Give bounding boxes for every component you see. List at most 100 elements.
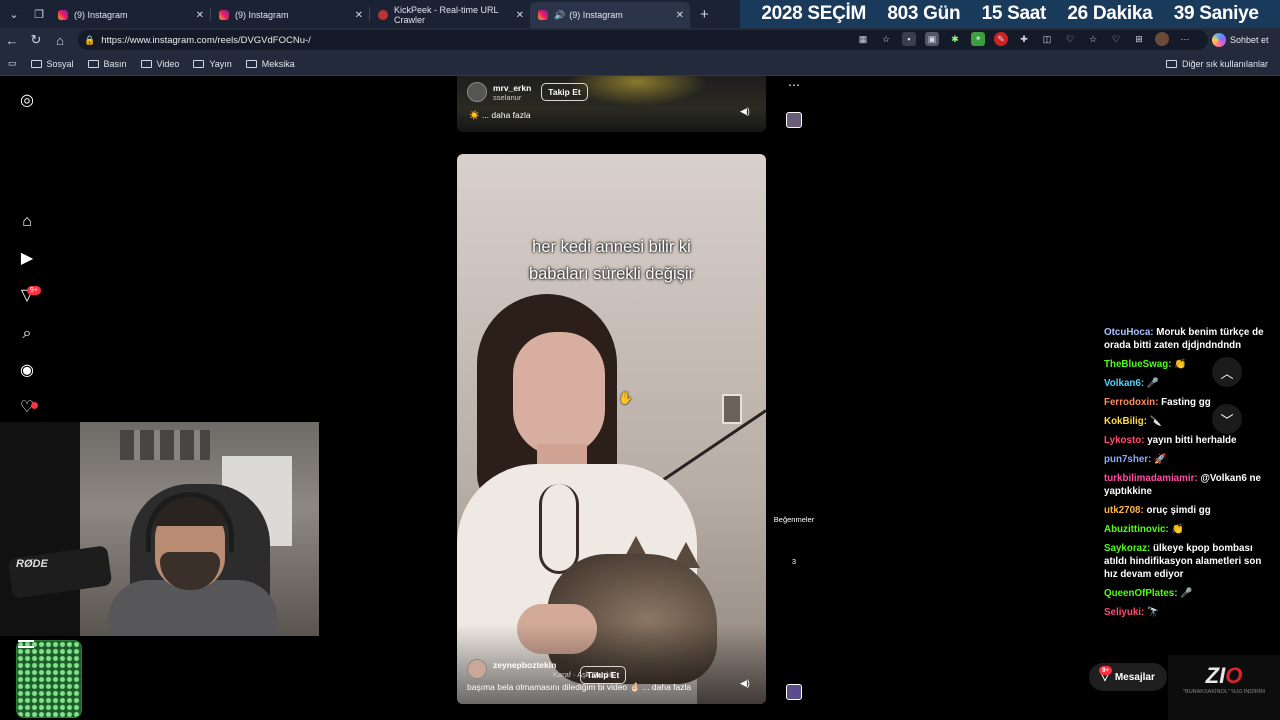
reels-icon[interactable]: ▶ bbox=[18, 250, 36, 268]
chat-username[interactable]: Saykoraz: bbox=[1104, 543, 1150, 554]
more-options-icon[interactable]: ⋯ bbox=[770, 78, 818, 92]
bookmark-folder-yayin[interactable]: Yayın bbox=[193, 59, 232, 69]
curtain-rod bbox=[657, 409, 766, 485]
stream-chat: OtcuHoca: Moruk benim türkçe de orada bi… bbox=[1104, 326, 1276, 625]
performance-icon[interactable]: ♡ bbox=[1063, 32, 1077, 46]
current-reel-video[interactable]: her kedi annesi bilir ki babaları sürekl… bbox=[457, 154, 766, 704]
instagram-logo-icon[interactable]: ◎ bbox=[18, 92, 36, 110]
chat-text: oruç şimdi gg bbox=[1146, 505, 1211, 516]
chat-username[interactable]: Lykosto: bbox=[1104, 435, 1144, 446]
bookmark-folder-video[interactable]: Video bbox=[140, 59, 179, 69]
tab-kickpeek[interactable]: KickPeek - Real-time URL Crawler ✕ bbox=[370, 2, 530, 28]
chat-username[interactable]: KokBilig: bbox=[1104, 416, 1147, 427]
chat-message: Abuzittinovic: 👏 bbox=[1104, 523, 1276, 536]
chat-username[interactable]: pun7sher: bbox=[1104, 454, 1151, 465]
tab-actions-menu[interactable]: ⌄ bbox=[3, 3, 25, 25]
extension-icon[interactable]: ✱ bbox=[948, 32, 962, 46]
extension-icon[interactable]: ▪ bbox=[902, 32, 916, 46]
extension-icon[interactable]: ▣ bbox=[925, 32, 939, 46]
chat-username[interactable]: utk2708: bbox=[1104, 505, 1144, 516]
instagram-icon bbox=[538, 10, 548, 20]
extension-icon[interactable]: ■ bbox=[971, 32, 985, 46]
chat-username[interactable]: Volkan6: bbox=[1104, 378, 1144, 389]
other-bookmarks[interactable]: Diğer sık kullanılanlar bbox=[1165, 58, 1268, 69]
close-tab-icon[interactable]: ✕ bbox=[676, 10, 684, 21]
chat-username[interactable]: TheBlueSwag: bbox=[1104, 359, 1172, 370]
avatar[interactable] bbox=[467, 82, 487, 102]
tab-instagram-1[interactable]: (9) Instagram ✕ bbox=[50, 2, 210, 28]
avatar[interactable] bbox=[467, 659, 487, 679]
chat-username[interactable]: OtcuHoca: bbox=[1104, 327, 1154, 338]
reader-mode-icon[interactable]: ▦ bbox=[856, 32, 870, 46]
chat-text: 👏 bbox=[1171, 524, 1184, 535]
folder-icon bbox=[245, 59, 257, 68]
chevron-down-icon[interactable]: ﹀ bbox=[1212, 404, 1242, 434]
sponsor-logo: ZIO "BURAKSAKİNOL" %10 İNDİRİM bbox=[1168, 655, 1280, 720]
chat-username[interactable]: QueenOfPlates: bbox=[1104, 588, 1178, 599]
messages-button[interactable]: 9+ ▽ Mesajlar bbox=[1089, 663, 1167, 691]
bookmark-folder-basin[interactable]: Basın bbox=[87, 58, 127, 69]
extension-icon[interactable]: ✎ bbox=[994, 32, 1008, 46]
reload-icon[interactable]: ↻ bbox=[24, 32, 48, 48]
tab-instagram-2[interactable]: (9) Instagram ✕ bbox=[211, 2, 369, 28]
video-text-overlay: her kedi annesi bilir ki babaları sürekl… bbox=[457, 234, 766, 288]
tab-instagram-active[interactable]: 🔊 (9) Instagram ✕ bbox=[530, 2, 690, 28]
audio-thumbnail[interactable] bbox=[786, 112, 802, 128]
webcam-shadow bbox=[0, 422, 80, 636]
previous-reel-caption[interactable]: ☀️ ... daha fazla bbox=[469, 110, 531, 121]
election-title: 2028 SEÇİM bbox=[761, 3, 867, 24]
copilot-chat-button[interactable]: Sohbet et bbox=[1212, 31, 1269, 49]
bookmarks-bar: ▭ Sosyal Basın Video Yayın Meksika Diğer… bbox=[0, 52, 1280, 76]
chat-text: 🔭 bbox=[1147, 607, 1160, 618]
countdown-minutes: 26 Dakika bbox=[1067, 3, 1153, 24]
chat-username[interactable]: Ferrodoxin: bbox=[1104, 397, 1158, 408]
chevron-up-icon[interactable]: ︿ bbox=[1212, 357, 1242, 387]
back-icon[interactable]: ← bbox=[0, 33, 24, 48]
bookmark-label: Diğer sık kullanılanlar bbox=[1181, 58, 1268, 69]
chat-message: Saykoraz: ülkeye kpop bombası atıldı hin… bbox=[1104, 542, 1276, 581]
chat-username[interactable]: turkbilimadamiamir: bbox=[1104, 473, 1198, 484]
election-countdown-banner: 2028 SEÇİM 803 Gün 15 Saat 26 Dakika 39 … bbox=[740, 0, 1280, 28]
follow-button[interactable]: Takip Et bbox=[541, 83, 588, 101]
close-tab-icon[interactable]: ✕ bbox=[196, 10, 204, 21]
bookmark-folder-meksika[interactable]: Meksika bbox=[245, 59, 295, 69]
close-tab-icon[interactable]: ✕ bbox=[516, 10, 524, 21]
profile-avatar[interactable] bbox=[1155, 32, 1169, 46]
split-screen-icon[interactable]: ◫ bbox=[1040, 32, 1054, 46]
more-menu-icon[interactable]: ⋯ bbox=[1178, 32, 1192, 46]
audio-label[interactable]: sselanur bbox=[493, 93, 531, 102]
current-reel-caption[interactable]: başıma bela olmamasını dilediğim bi vide… bbox=[467, 682, 691, 693]
favorite-star-icon[interactable]: ☆ bbox=[879, 32, 893, 46]
notification-dot bbox=[31, 402, 38, 409]
bookmark-folder-sosyal[interactable]: Sosyal bbox=[30, 59, 74, 69]
explore-icon[interactable]: ◉ bbox=[18, 362, 36, 380]
new-tab-button[interactable]: + bbox=[700, 6, 709, 23]
workspaces-icon[interactable]: ❐ bbox=[28, 3, 50, 25]
chat-text: 🎤 bbox=[1180, 588, 1193, 599]
collections-icon[interactable]: ⊞ bbox=[1132, 32, 1146, 46]
chat-username[interactable]: Seliyuki: bbox=[1104, 607, 1144, 618]
username[interactable]: mrv_erkn bbox=[493, 83, 531, 93]
bookmark-label: Basın bbox=[103, 58, 127, 69]
chat-username[interactable]: Abuzittinovic: bbox=[1104, 524, 1169, 535]
home-icon[interactable]: ⌂ bbox=[18, 213, 36, 231]
audio-thumbnail[interactable] bbox=[786, 684, 802, 700]
chat-text: 🔪 bbox=[1149, 416, 1162, 427]
extension-icons: ▦ ☆ ▪ ▣ ✱ ■ ✎ ✚ ◫ ♡ ☆ ♡ ⊞ ⋯ bbox=[856, 32, 1192, 46]
sidebar-toggle-icon[interactable]: ▭ bbox=[8, 58, 17, 69]
video-frame bbox=[567, 76, 707, 106]
search-icon[interactable]: ⌕ bbox=[18, 325, 36, 343]
address-toolbar: ← ↻ ⌂ 🔒 https://www.instagram.com/reels/… bbox=[0, 28, 1280, 52]
sponsor-promo: "BURAKSAKİNOL" %10 İNDİRİM bbox=[1183, 689, 1265, 695]
speaker-icon[interactable]: ◀) bbox=[740, 106, 750, 117]
speaker-icon[interactable]: ◀) bbox=[740, 678, 750, 689]
folder-icon bbox=[30, 59, 42, 68]
close-tab-icon[interactable]: ✕ bbox=[355, 10, 363, 21]
browser-essentials-icon[interactable]: ♡ bbox=[1109, 32, 1123, 46]
extensions-puzzle-icon[interactable]: ✚ bbox=[1017, 32, 1031, 46]
folder-icon bbox=[193, 59, 205, 68]
chat-text: yayın bitti herhalde bbox=[1147, 435, 1237, 446]
home-icon[interactable]: ⌂ bbox=[48, 33, 72, 48]
speaker-icon[interactable]: 🔊 bbox=[554, 10, 565, 21]
favorites-icon[interactable]: ☆ bbox=[1086, 32, 1100, 46]
